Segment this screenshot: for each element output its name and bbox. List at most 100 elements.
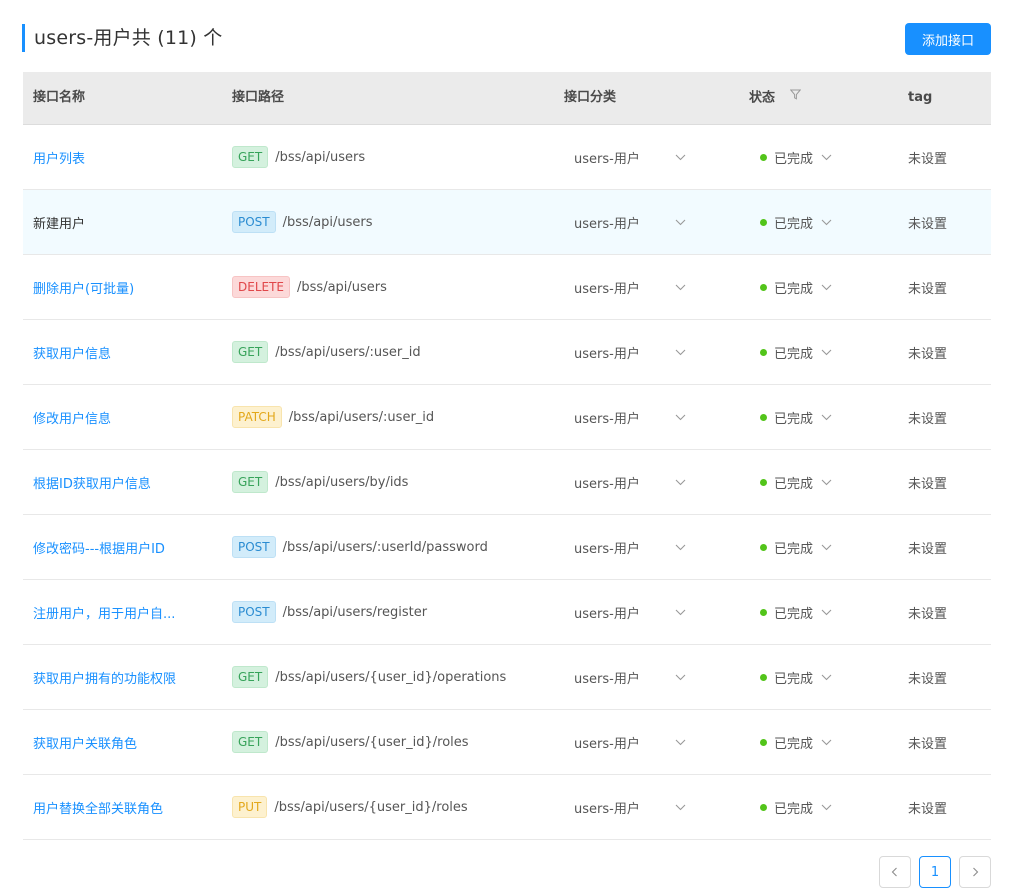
method-badge: PATCH bbox=[232, 406, 282, 428]
interface-path-cell: GET/bss/api/users/by/ids bbox=[232, 450, 408, 514]
status-select[interactable]: 已完成 bbox=[760, 515, 832, 579]
interface-name-link[interactable]: 修改密码---根据用户ID bbox=[33, 515, 203, 579]
interface-path-cell: GET/bss/api/users/{user_id}/roles bbox=[232, 710, 469, 774]
status-value: 已完成 bbox=[774, 411, 814, 427]
status-select[interactable]: 已完成 bbox=[760, 125, 832, 189]
status-select[interactable]: 已完成 bbox=[760, 710, 832, 774]
chevron-down-icon bbox=[821, 410, 832, 425]
table-row[interactable]: 根据ID获取用户信息 GET/bss/api/users/by/ids users-… bbox=[23, 450, 991, 515]
column-header-name: 接口名称 bbox=[33, 90, 86, 105]
chevron-down-icon bbox=[675, 280, 686, 295]
chevron-down-icon bbox=[675, 670, 686, 685]
status-value: 已完成 bbox=[774, 671, 814, 687]
table-row[interactable]: 删除用户(可批量) DELETE/bss/api/users users-用户 已完成… bbox=[23, 255, 991, 320]
interface-name-link[interactable]: 新建用户 bbox=[33, 190, 203, 254]
page-header: users-用户共 (11) 个 添加接口 bbox=[22, 22, 991, 56]
status-dot-icon bbox=[760, 543, 767, 551]
interface-path: /bss/api/users/{user_id}/roles bbox=[274, 799, 468, 815]
status-select[interactable]: 已完成 bbox=[760, 190, 832, 254]
category-select[interactable]: users-用户 bbox=[574, 515, 686, 579]
page-number-button[interactable]: 1 bbox=[919, 856, 951, 888]
tag-value: 未设置 bbox=[908, 216, 948, 232]
category-select[interactable]: users-用户 bbox=[574, 580, 686, 644]
chevron-down-icon bbox=[821, 215, 832, 230]
table-row[interactable]: 获取用户信息 GET/bss/api/users/:user_id users-用户… bbox=[23, 320, 991, 385]
status-select[interactable]: 已完成 bbox=[760, 385, 832, 449]
interface-name-link[interactable]: 获取用户关联角色 bbox=[33, 710, 203, 774]
table-row[interactable]: 用户列表 GET/bss/api/users users-用户 已完成 未设置 bbox=[23, 125, 991, 190]
category-select[interactable]: users-用户 bbox=[574, 190, 686, 254]
table-row[interactable]: 获取用户拥有的功能权限 GET/bss/api/users/{user_id}/o… bbox=[23, 645, 991, 710]
category-value: users-用户 bbox=[574, 411, 640, 427]
category-value: users-用户 bbox=[574, 541, 640, 557]
chevron-down-icon bbox=[821, 540, 832, 555]
prev-page-button[interactable] bbox=[879, 856, 911, 888]
status-value: 已完成 bbox=[774, 736, 814, 752]
status-select[interactable]: 已完成 bbox=[760, 255, 832, 319]
table-row[interactable]: 新建用户 POST/bss/api/users users-用户 已完成 未设置 bbox=[23, 190, 991, 255]
category-select[interactable]: users-用户 bbox=[574, 450, 686, 514]
interface-path: /bss/api/users bbox=[275, 149, 366, 165]
chevron-down-icon bbox=[821, 670, 832, 685]
filter-icon[interactable] bbox=[789, 71, 801, 123]
interface-name-link[interactable]: 用户替换全部关联角色 bbox=[33, 775, 203, 839]
status-select[interactable]: 已完成 bbox=[760, 775, 832, 839]
interface-path-cell: DELETE/bss/api/users bbox=[232, 255, 387, 319]
status-select[interactable]: 已完成 bbox=[760, 450, 832, 514]
table-row[interactable]: 用户替换全部关联角色 PUT/bss/api/users/{user_id}/ro… bbox=[23, 775, 991, 840]
interface-name-link[interactable]: 获取用户拥有的功能权限 bbox=[33, 645, 203, 709]
category-value: users-用户 bbox=[574, 476, 640, 492]
table-row[interactable]: 获取用户关联角色 GET/bss/api/users/{user_id}/role… bbox=[23, 710, 991, 775]
interface-name-link[interactable]: 删除用户(可批量) bbox=[33, 255, 203, 319]
add-interface-button[interactable]: 添加接口 bbox=[905, 23, 991, 55]
category-select[interactable]: users-用户 bbox=[574, 320, 686, 384]
tag-value: 未设置 bbox=[908, 476, 948, 492]
interface-path-cell: PUT/bss/api/users/{user_id}/roles bbox=[232, 775, 468, 839]
method-badge: GET bbox=[232, 471, 269, 493]
column-header-status: 状态 bbox=[749, 72, 801, 124]
interface-path-cell: GET/bss/api/users/{user_id}/operations bbox=[232, 645, 506, 709]
interface-name-link[interactable]: 用户列表 bbox=[33, 125, 203, 189]
category-select[interactable]: users-用户 bbox=[574, 255, 686, 319]
interface-name-link[interactable]: 注册用户，用于用户自... bbox=[33, 580, 203, 644]
category-select[interactable]: users-用户 bbox=[574, 645, 686, 709]
category-select[interactable]: users-用户 bbox=[574, 775, 686, 839]
chevron-down-icon bbox=[821, 280, 832, 295]
interface-path: /bss/api/users/:user_id bbox=[275, 344, 421, 360]
category-select[interactable]: users-用户 bbox=[574, 710, 686, 774]
status-select[interactable]: 已完成 bbox=[760, 320, 832, 384]
status-dot-icon bbox=[760, 673, 767, 681]
table-row[interactable]: 修改用户信息 PATCH/bss/api/users/:user_id users-… bbox=[23, 385, 991, 450]
interface-name-link[interactable]: 修改用户信息 bbox=[33, 385, 203, 449]
chevron-down-icon bbox=[821, 605, 832, 620]
category-value: users-用户 bbox=[574, 216, 640, 232]
interface-name-link[interactable]: 根据ID获取用户信息 bbox=[33, 450, 203, 514]
interface-path-cell: POST/bss/api/users/register bbox=[232, 580, 427, 644]
next-page-button[interactable] bbox=[959, 856, 991, 888]
table-header: 接口名称 接口路径 接口分类 状态 tag bbox=[23, 72, 991, 125]
chevron-down-icon bbox=[675, 540, 686, 555]
interface-path-cell: POST/bss/api/users bbox=[232, 190, 373, 254]
status-dot-icon bbox=[760, 738, 767, 746]
method-badge: GET bbox=[232, 341, 269, 363]
table-body: 用户列表 GET/bss/api/users users-用户 已完成 未设置 新建用户 P… bbox=[23, 125, 991, 840]
interface-table: 接口名称 接口路径 接口分类 状态 tag 用户列表 GET/bss/api/us… bbox=[23, 72, 991, 840]
method-badge: GET bbox=[232, 146, 269, 168]
interface-path-cell: PATCH/bss/api/users/:user_id bbox=[232, 385, 434, 449]
table-row[interactable]: 修改密码---根据用户ID POST/bss/api/users/:userId/… bbox=[23, 515, 991, 580]
interface-path-cell: GET/bss/api/users/:user_id bbox=[232, 320, 421, 384]
status-value: 已完成 bbox=[774, 281, 814, 297]
status-dot-icon bbox=[760, 803, 767, 811]
interface-name-link[interactable]: 获取用户信息 bbox=[33, 320, 203, 384]
status-select[interactable]: 已完成 bbox=[760, 580, 832, 644]
status-select[interactable]: 已完成 bbox=[760, 645, 832, 709]
column-header-tag: tag bbox=[908, 90, 933, 105]
category-value: users-用户 bbox=[574, 606, 640, 622]
page-title: users-用户共 (11) 个 bbox=[34, 27, 223, 49]
status-value: 已完成 bbox=[774, 346, 814, 362]
table-row[interactable]: 注册用户，用于用户自... POST/bss/api/users/register… bbox=[23, 580, 991, 645]
chevron-down-icon bbox=[675, 605, 686, 620]
category-select[interactable]: users-用户 bbox=[574, 385, 686, 449]
category-select[interactable]: users-用户 bbox=[574, 125, 686, 189]
chevron-down-icon bbox=[821, 150, 832, 165]
